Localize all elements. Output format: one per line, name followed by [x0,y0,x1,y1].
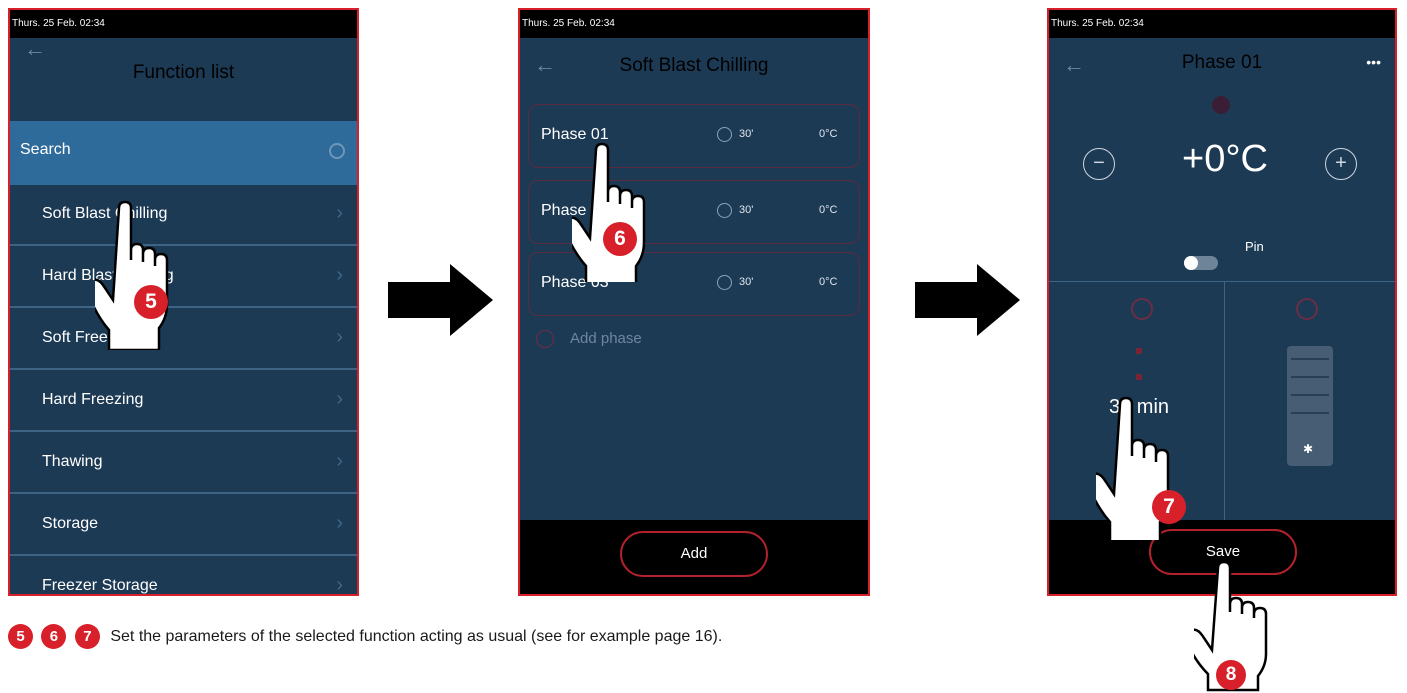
step-7-badge: 7 [1152,490,1186,524]
pin-label: Pin [1245,239,1264,254]
fan-slider-level [1291,412,1329,414]
list-item-thawing[interactable]: Thawing › [10,432,357,494]
clock-icon [717,203,732,218]
list-item-hard-freezing[interactable]: Hard Freezing › [10,370,357,432]
search-input[interactable]: Search [10,121,357,185]
chevron-right-icon: › [336,202,343,224]
clock-icon [1131,298,1153,320]
step-8-badge: 8 [1216,660,1246,690]
minus-icon: − [1093,152,1105,174]
more-options-icon[interactable]: ••• [1366,54,1381,70]
hand-pointer-icon [572,142,646,282]
hand-pointer-icon [95,200,169,350]
plus-icon: + [1335,152,1347,174]
toggle-knob [1184,256,1198,270]
fan-slider-level [1291,358,1329,360]
step-5-badge: 5 [134,285,168,319]
chevron-right-icon: › [336,388,343,410]
page-title: Soft Blast Chilling [619,55,769,76]
search-icon[interactable] [329,143,345,159]
status-bar: Thurs. 25 Feb. 02:34 [1049,10,1395,38]
add-button[interactable]: Add [620,531,768,577]
chevron-right-icon: › [336,326,343,348]
chevron-right-icon: › [336,450,343,472]
divider-horizontal [1049,281,1395,282]
step-6-badge: 6 [41,624,67,649]
page-title: Phase 01 [1181,52,1263,73]
flow-arrow-icon [388,264,493,336]
chevron-right-icon: › [336,264,343,286]
divider-vertical [1224,282,1225,520]
step-5-badge: 5 [8,624,33,649]
fan-slider-level [1291,376,1329,378]
time-scroll-red-marks [1136,374,1142,380]
back-arrow-icon[interactable]: ← [24,38,46,60]
thermometer-icon [1212,96,1230,114]
fan-icon: ✱ [1303,442,1314,456]
step-6-badge: 6 [603,222,637,256]
step-7-badge: 7 [74,624,100,649]
fan-slider-level [1291,394,1329,396]
instruction-caption: 5 6 7 Set the parameters of the selected… [8,624,722,649]
page-title: Function list [132,62,235,83]
time-scroll-red-marks [1136,348,1142,354]
fan-speed-slider[interactable]: ✱ [1287,346,1333,466]
status-bar: Thurs. 25 Feb. 02:34 [520,10,868,38]
add-phase-button[interactable]: Add phase [536,330,642,349]
plus-circle-icon [536,330,554,349]
increase-button[interactable]: + [1325,148,1357,180]
search-label: Search [20,141,71,158]
pin-toggle[interactable] [1184,256,1218,270]
list-item-freezer-storage[interactable]: Freezer Storage › [10,556,357,596]
decrease-button[interactable]: − [1083,148,1115,180]
clock-icon [717,275,732,290]
list-item-storage[interactable]: Storage › [10,494,357,556]
footer-bar: Add [520,520,868,594]
clock-icon [717,127,732,142]
chevron-right-icon: › [336,574,343,596]
screen-soft-blast-chilling: Thurs. 25 Feb. 02:34 ← Soft Blast Chilli… [518,8,870,596]
caption-text: Set the parameters of the selected funct… [110,627,723,645]
fan-speed-icon [1296,298,1318,320]
flow-arrow-icon [915,264,1020,336]
status-bar: Thurs. 25 Feb. 02:34 [10,10,357,38]
chevron-right-icon: › [336,512,343,534]
temperature-value: +0°C [1182,138,1268,180]
